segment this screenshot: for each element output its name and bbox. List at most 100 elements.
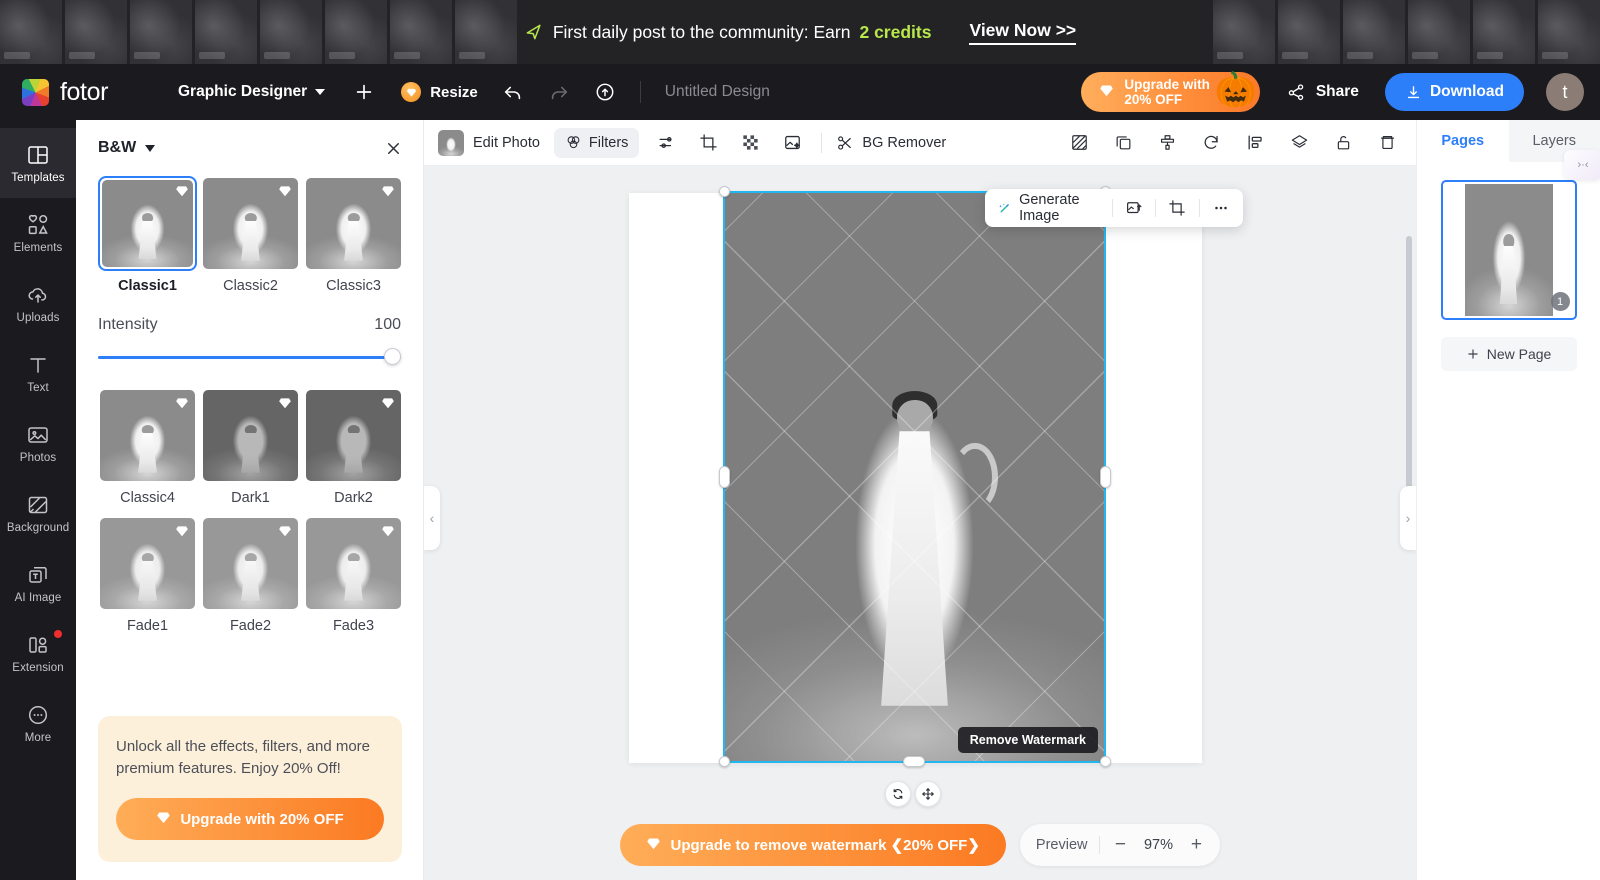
crop-icon [700, 134, 717, 151]
download-button[interactable]: Download [1384, 73, 1524, 111]
intensity-slider[interactable] [98, 348, 401, 366]
resize-handle-right-middle[interactable] [1100, 466, 1111, 488]
context-divider [1155, 199, 1157, 217]
sidebar-item-templates[interactable]: Templates [0, 128, 76, 198]
filter-label: Classic3 [326, 278, 381, 294]
page-thumbnail-item[interactable]: 1 [1440, 180, 1577, 320]
filter-item-fade3[interactable]: Fade3 [304, 516, 403, 634]
fotor-logo[interactable]: fotor [22, 78, 150, 107]
workspace-switcher[interactable]: Graphic Designer [178, 83, 326, 101]
move-handle-button[interactable] [915, 781, 941, 807]
delete-button[interactable] [1372, 128, 1402, 158]
resize-handle-bottom-middle[interactable] [903, 756, 925, 767]
sidebar-item-uploads[interactable]: Uploads [0, 268, 76, 338]
tab-pages[interactable]: Pages [1417, 120, 1509, 162]
filter-item-classic2[interactable]: Classic2 [201, 176, 300, 294]
design-title[interactable]: Untitled Design [665, 83, 770, 101]
rotate-button[interactable] [1196, 128, 1226, 158]
avatar[interactable]: t [1546, 73, 1584, 111]
sidebar-item-elements[interactable]: Elements [0, 198, 76, 268]
bg-remover-button[interactable]: BG Remover [836, 134, 946, 152]
zoom-out-button[interactable]: − [1112, 835, 1128, 854]
photos-icon [28, 426, 48, 443]
diamond-icon [646, 836, 661, 855]
sidebar-item-more[interactable]: More [0, 688, 76, 758]
enhance-button[interactable] [777, 128, 807, 158]
premium-gem-icon [276, 394, 293, 411]
filter-item-classic4[interactable]: Classic4 [98, 388, 197, 506]
tab-filters[interactable]: Filters [553, 127, 640, 158]
resize-button[interactable]: Resize [401, 82, 478, 102]
upload-button[interactable] [594, 81, 616, 103]
generate-image-button[interactable]: Generate Image [998, 192, 1100, 224]
canvas-area[interactable]: Remove Watermark Generate Image ‹ › Upgr… [424, 166, 1416, 880]
lock-button[interactable] [1328, 128, 1358, 158]
promo-upgrade-button[interactable]: Upgrade with 20% OFF [116, 798, 384, 840]
panel-collapse-widget[interactable]: ›·‹ [1564, 150, 1600, 180]
sidebar-item-extension[interactable]: Extension [0, 618, 76, 688]
rotate-handle-button[interactable] [885, 781, 911, 807]
sidebar-item-ai-image[interactable]: AI Image [0, 548, 76, 618]
layers-button[interactable] [1284, 128, 1314, 158]
photo-thumbnail [438, 129, 464, 156]
canvas-page[interactable]: Remove Watermark Generate Image [629, 186, 1244, 767]
upgrade-remove-watermark-button[interactable]: Upgrade to remove watermark ❮20% OFF❯ [619, 824, 1006, 866]
opacity-button[interactable] [1064, 128, 1094, 158]
notification-badge [54, 630, 62, 638]
align-button[interactable] [1240, 128, 1270, 158]
more-options-button[interactable] [1212, 196, 1231, 220]
filter-promo-card: Unlock all the effects, filters, and mor… [98, 716, 402, 862]
close-panel-button[interactable] [384, 139, 403, 158]
crop-image-button[interactable] [1168, 196, 1187, 220]
resize-handle-left-middle[interactable] [719, 466, 730, 488]
crop-button[interactable] [693, 128, 723, 158]
sidebar-item-text[interactable]: Text [0, 338, 76, 408]
adjust-button[interactable] [651, 128, 681, 158]
upgrade-header-button[interactable]: Upgrade with 20% OFF 🎃 [1081, 71, 1260, 112]
resize-handle-top-left[interactable] [719, 186, 730, 197]
remove-watermark-badge[interactable]: Remove Watermark [957, 727, 1098, 753]
download-icon [1407, 85, 1420, 98]
sidebar-item-photos[interactable]: Photos [0, 408, 76, 478]
edit-photo-button[interactable]: Edit Photo [438, 129, 540, 156]
filter-category-dropdown[interactable]: B&W [98, 139, 156, 157]
filters-icon [567, 136, 580, 149]
filter-item-classic3[interactable]: Classic3 [304, 176, 403, 294]
intensity-label: Intensity [98, 316, 158, 333]
collapse-right-panel-button[interactable]: › [1400, 486, 1416, 550]
preview-button[interactable]: Preview [1036, 837, 1088, 853]
redo-button[interactable] [548, 81, 570, 103]
download-label: Download [1429, 83, 1504, 100]
filter-item-fade2[interactable]: Fade2 [201, 516, 300, 634]
filter-item-dark1[interactable]: Dark1 [201, 388, 300, 506]
filter-panel: B&W Classic1 Classic2 Classic3 Intensity… [76, 120, 424, 880]
format-painter-icon [1160, 135, 1174, 150]
filter-item-fade1[interactable]: Fade1 [98, 516, 197, 634]
duplicate-button[interactable] [1108, 128, 1138, 158]
zoom-level-value: 97% [1143, 837, 1173, 853]
filter-item-classic1[interactable]: Classic1 [98, 176, 197, 294]
sidebar-item-background[interactable]: Background [0, 478, 76, 548]
replace-image-button[interactable] [1124, 196, 1143, 220]
resize-handle-bottom-right[interactable] [1100, 756, 1111, 767]
canvas-image-object[interactable]: Remove Watermark [725, 191, 1104, 763]
collapse-left-panel-button[interactable]: ‹ [424, 486, 440, 550]
filter-label: Classic2 [223, 278, 278, 294]
slider-knob[interactable] [384, 348, 401, 365]
zoom-in-button[interactable]: + [1188, 835, 1204, 854]
filter-item-dark2[interactable]: Dark2 [304, 388, 403, 506]
add-button[interactable] [353, 81, 375, 103]
transparency-button[interactable] [735, 128, 765, 158]
image-enhance-icon [785, 135, 800, 150]
banner-view-now-link[interactable]: View Now >> [969, 20, 1077, 45]
share-button[interactable]: Share [1286, 82, 1359, 102]
resize-handle-bottom-left[interactable] [719, 756, 730, 767]
undo-button[interactable] [502, 81, 524, 103]
sidebar-label: Text [27, 381, 49, 394]
format-painter-button[interactable] [1152, 128, 1182, 158]
filter-label: Fade2 [229, 618, 272, 634]
new-page-button[interactable]: New Page [1440, 337, 1577, 371]
promo-button-label: Upgrade with 20% OFF [180, 810, 344, 828]
workspace-label: Graphic Designer [178, 83, 308, 100]
photo-subject-arm [952, 442, 998, 512]
